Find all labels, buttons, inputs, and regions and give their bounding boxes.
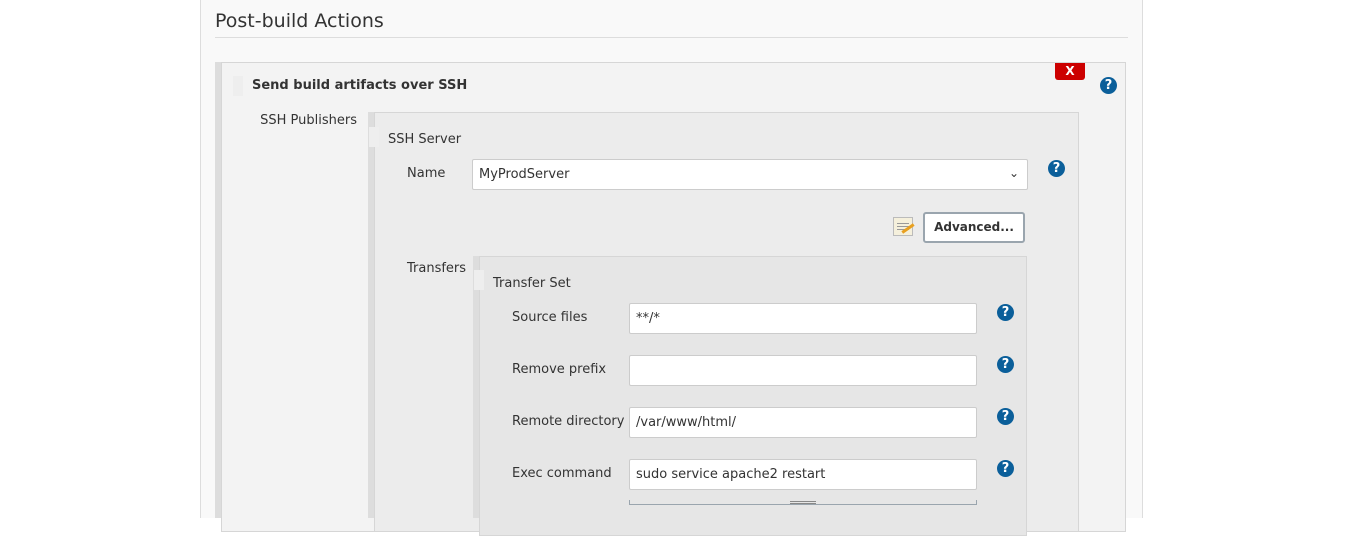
drag-handle-icon[interactable] — [369, 127, 379, 147]
name-label: Name — [407, 166, 446, 181]
help-icon[interactable]: ? — [997, 304, 1014, 321]
exec-command-textarea[interactable]: sudo service apache2 restart — [629, 459, 977, 490]
transfers-label: Transfers — [407, 261, 467, 276]
transfer-set-title: Transfer Set — [493, 276, 571, 291]
server-name-value: MyProdServer — [479, 167, 570, 182]
divider — [215, 37, 1128, 38]
chevron-down-icon: ⌄ — [1008, 166, 1019, 180]
ssh-server-title: SSH Server — [388, 132, 462, 147]
drag-handle-icon[interactable] — [233, 76, 243, 96]
advanced-button[interactable]: Advanced... — [923, 212, 1025, 243]
help-icon[interactable]: ? — [997, 408, 1014, 425]
delete-step-button[interactable]: X — [1055, 63, 1085, 80]
drag-handle-icon[interactable] — [474, 270, 484, 290]
source-files-label: Source files — [512, 310, 588, 325]
notepad-icon[interactable] — [893, 217, 915, 236]
transfer-set-box — [479, 256, 1027, 536]
ssh-publishers-label: SSH Publishers — [260, 113, 357, 128]
help-icon[interactable]: ? — [1100, 77, 1117, 94]
help-icon[interactable]: ? — [997, 356, 1014, 373]
help-icon[interactable]: ? — [997, 460, 1014, 477]
remote-directory-label: Remote directory — [512, 414, 625, 429]
step-title: Send build artifacts over SSH — [252, 78, 468, 93]
remove-prefix-label: Remove prefix — [512, 362, 607, 377]
source-files-input[interactable]: **/* — [629, 303, 977, 334]
remove-prefix-input[interactable] — [629, 355, 977, 386]
textarea-resize-bar[interactable] — [629, 500, 977, 505]
remote-directory-input[interactable]: /var/www/html/ — [629, 407, 977, 438]
section-title: Post-build Actions — [215, 10, 384, 32]
help-icon[interactable]: ? — [1048, 160, 1065, 177]
exec-command-label: Exec command — [512, 466, 612, 481]
server-name-select[interactable]: MyProdServer ⌄ — [472, 159, 1028, 190]
